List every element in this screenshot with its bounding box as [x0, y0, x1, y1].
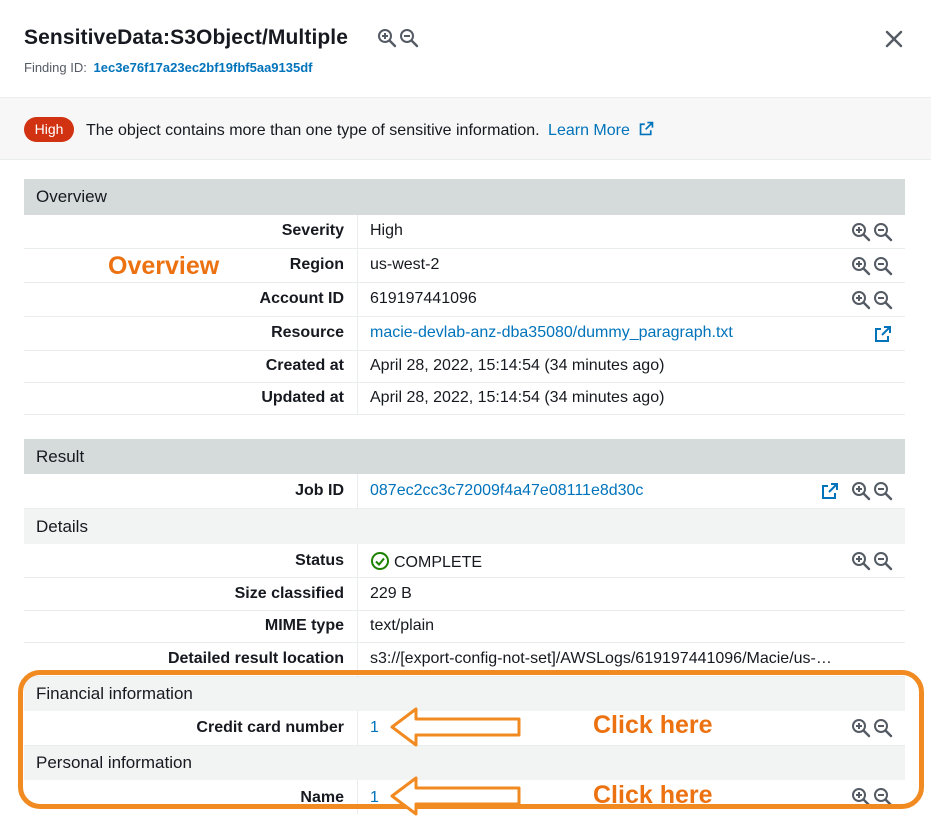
column-divider [357, 351, 358, 382]
row-key: Detailed result location [167, 650, 344, 667]
job-id-link[interactable]: 087ec2cc3c72009f4a47e08111e8d30c [370, 482, 643, 500]
status-text: COMPLETE [394, 554, 483, 571]
overview-row-severity: Severity High [24, 215, 905, 249]
details-row-size-classified: Size classified 229 B [24, 578, 905, 611]
click-here-annotation-financial: Click here [593, 711, 713, 739]
row-value: April 28, 2022, 15:14:54 (34 minutes ago… [370, 389, 665, 406]
learn-more-label: Learn More [548, 122, 630, 139]
status-value: COMPLETE [370, 551, 482, 572]
zoom-in-icon[interactable] [851, 290, 871, 310]
resource-link[interactable]: macie-devlab-anz-dba35080/dummy_paragrap… [370, 324, 733, 342]
zoom-in-icon[interactable] [851, 787, 871, 807]
zoom-in-icon[interactable] [851, 718, 871, 738]
close-button[interactable] [882, 27, 906, 51]
zoom-in-icon[interactable] [851, 481, 871, 501]
name-count-link[interactable]: 1 [370, 789, 379, 807]
finding-description: The object contains more than one type o… [86, 120, 655, 140]
overview-section-heading: Overview [24, 179, 905, 215]
external-link-icon [640, 121, 654, 136]
click-here-annotation-personal: Click here [593, 781, 713, 809]
column-divider [357, 643, 358, 676]
row-actions [851, 718, 893, 738]
zoom-in-icon[interactable] [851, 551, 871, 571]
row-value: us-west-2 [370, 256, 440, 273]
row-actions [851, 222, 893, 242]
zoom-out-icon[interactable] [873, 222, 893, 242]
row-key: Job ID [295, 482, 344, 499]
finding-description-text: The object contains more than one type o… [86, 122, 540, 139]
zoom-out-icon[interactable] [873, 787, 893, 807]
overview-annotation: Overview [108, 252, 220, 280]
column-divider [357, 215, 358, 248]
close-icon [885, 30, 903, 48]
row-actions [820, 481, 893, 501]
row-actions [873, 324, 893, 344]
learn-more-link[interactable]: Learn More [548, 121, 655, 139]
row-actions [851, 787, 893, 807]
row-key: Created at [265, 357, 344, 374]
result-row-job-id: Job ID 087ec2cc3c72009f4a47e08111e8d30c [24, 474, 905, 509]
row-value: High [370, 222, 403, 239]
overview-row-resource: Resource macie-devlab-anz-dba35080/dummy… [24, 317, 905, 351]
row-value: April 28, 2022, 15:14:54 (34 minutes ago… [370, 357, 665, 374]
severity-badge: High [24, 117, 74, 142]
zoom-out-icon[interactable] [873, 551, 893, 571]
row-key: Region [289, 256, 344, 273]
column-divider [357, 317, 358, 350]
external-link-icon[interactable] [873, 324, 893, 344]
row-actions [851, 256, 893, 276]
zoom-out-icon[interactable] [873, 718, 893, 738]
column-divider [357, 578, 358, 610]
row-key: Credit card number [196, 719, 344, 736]
check-circle-icon [371, 552, 389, 570]
row-key: Severity [281, 222, 344, 239]
row-key: Name [300, 789, 344, 806]
column-divider [357, 611, 358, 642]
page-title: SensitiveData:S3Object/Multiple [24, 26, 349, 49]
arrow-left-icon [390, 776, 521, 816]
row-value: 619197441096 [370, 290, 477, 307]
details-row-mime-type: MIME type text/plain [24, 611, 905, 643]
row-key: Updated at [261, 389, 344, 406]
row-value: text/plain [370, 617, 435, 634]
details-row-result-location: Detailed result location s3://[export-co… [24, 643, 905, 677]
column-divider [357, 780, 358, 814]
column-divider [357, 474, 358, 508]
overview-row-updated-at: Updated at April 28, 2022, 15:14:54 (34 … [24, 383, 905, 415]
result-section-heading: Result [24, 439, 905, 474]
zoom-out-icon[interactable] [873, 481, 893, 501]
finding-id-value[interactable]: 1ec3e76f17a23ec2bf19fbf5aa9135df [94, 60, 313, 75]
zoom-in-icon[interactable] [851, 222, 871, 242]
zoom-in-icon[interactable] [851, 256, 871, 276]
credit-card-count-link[interactable]: 1 [370, 719, 379, 737]
overview-row-account-id: Account ID 619197441096 [24, 283, 905, 317]
overview-row-created-at: Created at April 28, 2022, 15:14:54 (34 … [24, 351, 905, 383]
column-divider [357, 283, 358, 316]
finding-id-label: Finding ID: [24, 60, 87, 75]
column-divider [357, 711, 358, 745]
title-filter-actions [377, 28, 419, 48]
row-key: Resource [271, 324, 344, 341]
row-key: Status [295, 552, 344, 569]
zoom-in-icon[interactable] [377, 28, 397, 48]
column-divider [357, 383, 358, 414]
column-divider [357, 249, 358, 282]
column-divider [357, 544, 358, 577]
details-subsection-heading: Details [24, 509, 905, 544]
arrow-left-icon [390, 707, 521, 747]
row-actions [851, 290, 893, 310]
zoom-out-icon[interactable] [873, 256, 893, 276]
row-key: Size classified [234, 585, 344, 602]
row-key: Account ID [259, 290, 344, 307]
zoom-out-icon[interactable] [873, 290, 893, 310]
finding-id-row: Finding ID: 1ec3e76f17a23ec2bf19fbf5aa91… [24, 60, 313, 75]
zoom-out-icon[interactable] [399, 28, 419, 48]
row-value: 229 B [370, 585, 412, 602]
row-actions [851, 551, 893, 571]
row-key: MIME type [264, 617, 344, 634]
details-row-status: Status COMPLETE [24, 544, 905, 578]
row-value: s3://[export-config-not-set]/AWSLogs/619… [370, 650, 832, 667]
external-link-icon[interactable] [820, 481, 840, 501]
finding-panel-header: SensitiveData:S3Object/Multiple Finding … [0, 0, 931, 98]
